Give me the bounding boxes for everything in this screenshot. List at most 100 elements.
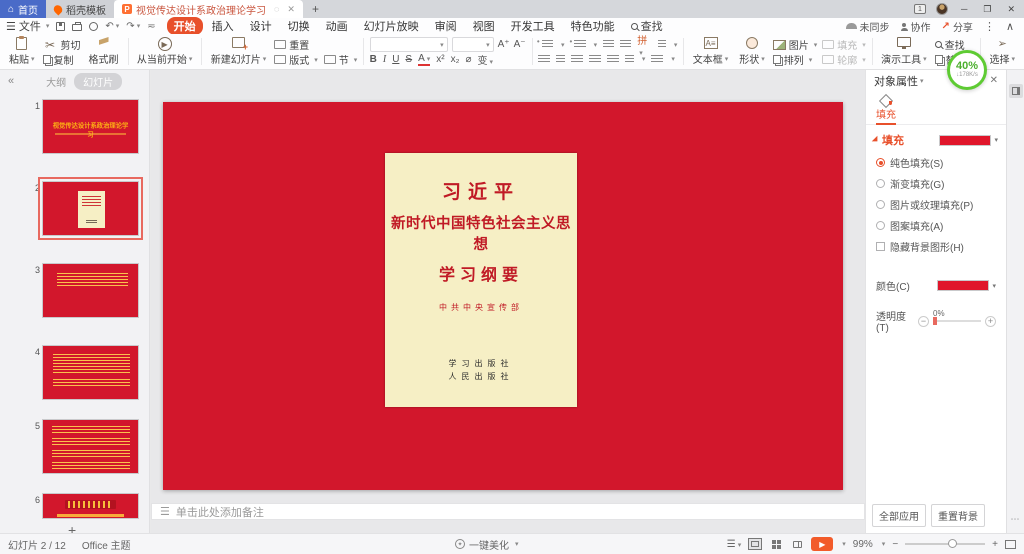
section-button[interactable]: 节▾ — [324, 52, 358, 67]
new-tab-button[interactable]: + — [303, 0, 328, 18]
new-slide-button[interactable]: 新建幻灯片▾ — [208, 36, 270, 67]
tab-insert[interactable]: 插入 — [205, 17, 241, 35]
text-effects-button[interactable]: 变▾ — [478, 52, 494, 67]
paste-button[interactable]: 粘贴▾ — [6, 36, 38, 67]
tab-home-ribbon[interactable]: 开始 — [167, 17, 203, 35]
more-menu-icon[interactable]: ⋮ — [984, 20, 995, 33]
underline-button[interactable]: U — [392, 54, 399, 65]
distribute-icon[interactable] — [607, 55, 619, 64]
pattern-fill-option[interactable]: 图案填充(A) — [866, 215, 1006, 236]
transparency-slider-thumb[interactable] — [933, 317, 937, 325]
close-button[interactable]: ✕ — [1004, 4, 1018, 15]
decrease-indent-icon[interactable] — [603, 40, 614, 49]
theme-name[interactable]: Office 主题 — [82, 537, 131, 552]
play-from-current-button[interactable]: ▶ 从当前开始▾ — [134, 36, 196, 67]
fill-button[interactable]: 填充▾ — [822, 37, 866, 52]
tab-animation[interactable]: 动画 — [319, 17, 355, 35]
collapse-ribbon-icon[interactable]: ∧ — [1006, 20, 1014, 33]
align-left-icon[interactable] — [538, 55, 550, 64]
presentation-tools-button[interactable]: 演示工具▾ — [878, 36, 930, 67]
line-spacing-icon[interactable] — [625, 55, 634, 64]
gradient-fill-option[interactable]: 渐变填充(G) — [866, 173, 1006, 194]
subscript-button[interactable]: x₂ — [451, 54, 460, 65]
normal-view-button[interactable] — [748, 538, 762, 550]
copy-button[interactable]: 复制 — [43, 52, 81, 67]
italic-button[interactable]: I — [383, 54, 386, 65]
swatch-dropdown-icon[interactable]: ▾ — [994, 136, 998, 144]
zoom-out-button[interactable]: − — [892, 539, 898, 550]
share-button[interactable]: ↗分享 — [942, 19, 973, 34]
increase-indent-icon[interactable] — [620, 40, 631, 49]
download-progress-badge[interactable]: 40% ↓178K/s — [947, 50, 987, 90]
cut-button[interactable]: ✂剪切 — [43, 37, 81, 52]
columns-icon[interactable] — [651, 55, 663, 64]
tab-close-icon[interactable]: ✕ — [287, 4, 295, 15]
slideshow-play-button[interactable]: ▶ — [811, 537, 833, 551]
tab-view[interactable]: 视图 — [466, 17, 502, 35]
color-value-swatch[interactable] — [937, 280, 989, 291]
save-button[interactable] — [56, 22, 65, 31]
font-color-button[interactable]: A▾ — [418, 53, 430, 66]
fit-to-window-icon[interactable] — [1005, 540, 1016, 549]
tab-devtools[interactable]: 开发工具 — [504, 17, 562, 35]
slide-thumbnail-5[interactable] — [42, 419, 139, 474]
slide-sorter-view-button[interactable] — [769, 538, 783, 550]
tab-slideshow[interactable]: 幻灯片放映 — [357, 17, 426, 35]
collaborate-button[interactable]: 协作 — [901, 19, 931, 34]
transparency-slider[interactable]: 0% — [933, 320, 981, 322]
collapse-panel-icon[interactable]: « — [8, 75, 14, 87]
maximize-button[interactable]: ❐ — [980, 4, 994, 15]
tab-special-features[interactable]: 特色功能 — [564, 17, 622, 35]
customize-toolbar-icon[interactable]: ≂ — [147, 21, 155, 32]
properties-rail-icon[interactable] — [1009, 84, 1023, 98]
zoom-slider[interactable] — [905, 543, 985, 545]
user-avatar[interactable] — [936, 3, 948, 15]
outline-tab[interactable]: 大纲 — [46, 74, 66, 89]
format-painter-button[interactable]: 格式刷 — [86, 36, 122, 67]
fill-color-swatch[interactable] — [939, 135, 991, 146]
play-options-icon[interactable]: ▾ — [842, 540, 846, 548]
slide-thumbnail-6[interactable] — [42, 493, 139, 519]
reset-button[interactable]: 重置 — [274, 37, 357, 52]
home-tab[interactable]: ⌂ 首页 — [0, 0, 46, 18]
font-family-combo[interactable]: ▾ — [370, 37, 448, 52]
document-tab[interactable]: P 视觉传达设计系政治理论学习 ◌ ✕ — [114, 0, 303, 18]
transparency-minus-button[interactable]: − — [918, 316, 929, 327]
transparency-plus-button[interactable]: + — [985, 316, 996, 327]
print-preview-button[interactable] — [89, 22, 98, 31]
beautify-button[interactable]: ✦ 一键美化 ▾ — [455, 537, 519, 552]
picture-texture-fill-option[interactable]: 图片或纹理填充(P) — [866, 194, 1006, 215]
clear-format-icon[interactable]: ⌀ — [466, 54, 472, 65]
reset-background-button[interactable]: 重置背景 — [931, 504, 985, 527]
minimize-button[interactable]: ─ — [958, 4, 970, 14]
slide-thumbnail-2-selected[interactable] — [42, 181, 139, 236]
reading-view-button[interactable] — [790, 538, 804, 550]
slides-tab[interactable]: 幻灯片 — [74, 73, 122, 90]
file-menu[interactable]: ☰ 文件 ▾ — [6, 18, 49, 34]
select-button[interactable]: ➢ 选择▾ — [987, 36, 1019, 67]
zoom-slider-thumb[interactable] — [948, 539, 957, 548]
tab-design[interactable]: 设计 — [243, 17, 279, 35]
apply-all-button[interactable]: 全部应用 — [872, 504, 926, 527]
docer-template-tab[interactable]: 稻壳模板 — [46, 0, 114, 18]
section-expand-icon[interactable] — [872, 136, 880, 144]
bold-button[interactable]: B — [370, 54, 377, 65]
zoom-in-button[interactable]: + — [992, 539, 998, 550]
increase-font-icon[interactable]: A⁺ — [498, 39, 510, 50]
redo-button[interactable]: ↷▾ — [126, 21, 140, 32]
undo-button[interactable]: ↶▾ — [105, 21, 119, 32]
color-dropdown-icon[interactable]: ▾ — [992, 282, 996, 290]
hide-background-checkbox[interactable]: 隐藏背景图形(H) — [866, 236, 1006, 257]
numbered-list-icon[interactable] — [574, 40, 585, 49]
solid-fill-option[interactable]: 纯色填充(S) — [866, 152, 1006, 173]
sync-status[interactable]: 未同步 — [846, 19, 890, 34]
decrease-font-icon[interactable]: A⁻ — [514, 39, 526, 50]
notes-bar[interactable]: ☰ 单击此处添加备注 — [151, 503, 865, 520]
align-right-icon[interactable] — [571, 55, 583, 64]
current-slide[interactable]: 习近平 新时代中国特色社会主义思想 学习纲要 中共中央宣传部 学习出版社 人民出… — [163, 102, 843, 490]
zoom-percentage[interactable]: 99% — [853, 539, 873, 550]
rail-more-icon[interactable]: ⋯ — [1007, 514, 1024, 525]
picture-button[interactable]: 图片▾ — [773, 37, 818, 52]
layout-button[interactable]: 版式▾ — [274, 52, 318, 67]
textbox-button[interactable]: A≡ 文本框▾ — [690, 36, 732, 67]
